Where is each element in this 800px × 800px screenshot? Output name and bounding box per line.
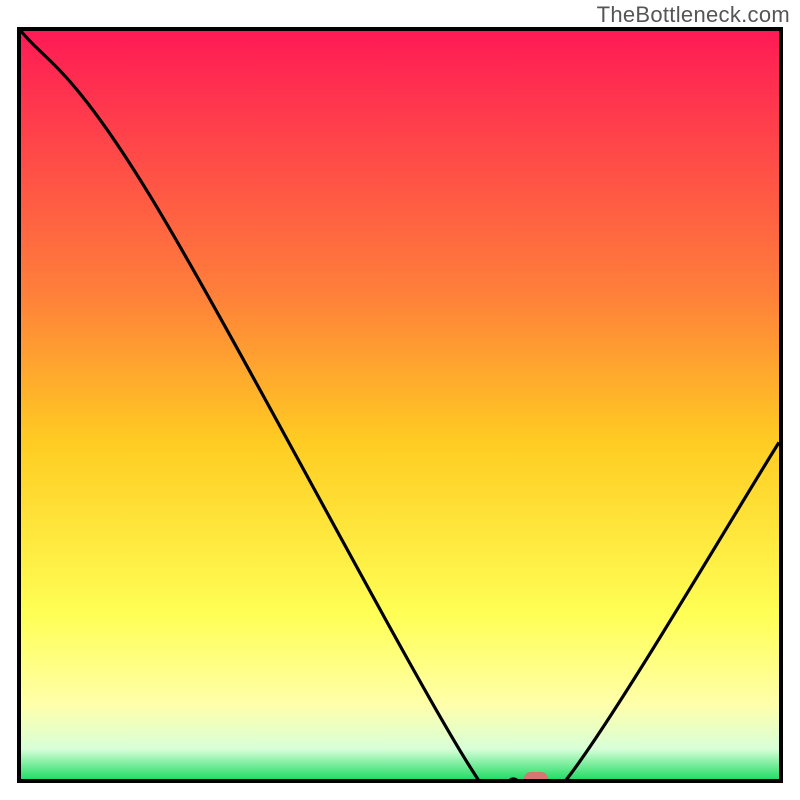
watermark-text: TheBottleneck.com bbox=[597, 2, 790, 28]
plot-frame bbox=[17, 27, 783, 783]
bottleneck-chart-svg bbox=[21, 31, 779, 779]
gradient-background bbox=[21, 31, 779, 779]
optimal-marker bbox=[524, 772, 548, 783]
chart-container: TheBottleneck.com bbox=[0, 0, 800, 800]
